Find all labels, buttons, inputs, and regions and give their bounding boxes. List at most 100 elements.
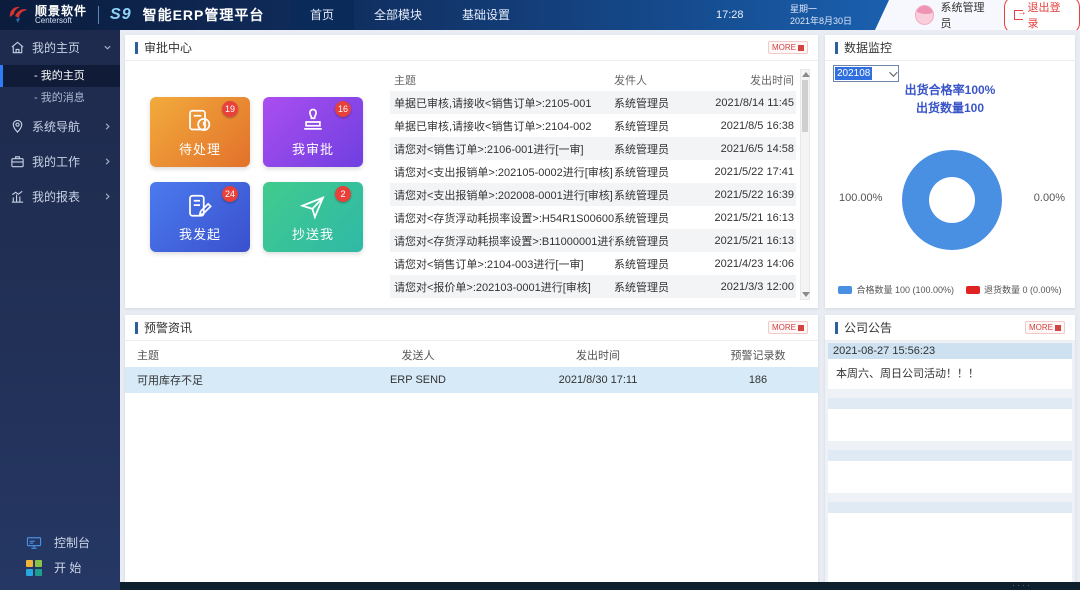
announcements-title: 公司公告 [844, 319, 892, 336]
donut-chart [902, 150, 1002, 250]
pass-rate-text: 出货合格率100% [825, 81, 1075, 99]
approval-row[interactable]: 请您对<支出报销单>:202008-0001进行[审核] 系统管理员 2021/… [390, 183, 796, 206]
cc-me-count-badge: 2 [335, 186, 351, 202]
report-chart-icon [10, 189, 25, 204]
scroll-up-icon[interactable] [802, 72, 810, 77]
sidebar-item-my-home[interactable]: 我的主页 [0, 30, 120, 65]
tab-basic-settings[interactable]: 基础设置 [442, 0, 530, 30]
alerts-more-link[interactable]: MORE [768, 321, 808, 334]
approval-row[interactable]: 请您对<支出报销单>:202105-0002进行[审核] 系统管理员 2021/… [390, 160, 796, 183]
sidebar-item-my-work[interactable]: 我的工作 [0, 144, 120, 179]
start-grid-icon [26, 560, 42, 576]
clock-time: 17:28 [716, 0, 744, 30]
tab-home[interactable]: 首页 [290, 0, 354, 30]
company-logo-icon [6, 3, 30, 27]
period-selected-value: 202108 [835, 67, 872, 80]
scrollbar-thumb[interactable] [802, 80, 808, 132]
navigation-pin-icon [10, 119, 25, 134]
start-button[interactable]: 开 始 [0, 555, 120, 580]
alerts-panel: 预警资讯 MORE 主题 发送人 发出时间 预警记录数 可用库存不足 ERP S… [125, 315, 818, 590]
weekday: 星期一 [790, 3, 852, 15]
brand-block: 顺景软件 Centersoft S9 智能ERP管理平台 [6, 0, 264, 30]
legend-item-qualified[interactable]: 合格数量 100 (100.00%) [838, 283, 954, 296]
approval-center-title: 审批中心 [144, 39, 192, 56]
title-accent-bar [135, 322, 138, 334]
tile-pending[interactable]: 19 待处理 [150, 97, 250, 167]
announcement-item[interactable] [828, 450, 1072, 493]
sidebar-item-my-home-sub[interactable]: - 我的主页 [0, 65, 120, 87]
chevron-down-icon [103, 43, 112, 52]
tile-my-initiated[interactable]: 24 我发起 [150, 182, 250, 252]
user-avatar[interactable] [915, 5, 934, 25]
announcement-item[interactable] [828, 398, 1072, 441]
approval-row[interactable]: 请您对<销售订单>:2106-001进行[一审] 系统管理员 2021/6/5 … [390, 137, 796, 160]
announcements-panel: 公司公告 MORE 2021-08-27 15:56:23 本周六、周日公司活动… [825, 315, 1075, 590]
announcement-text [828, 409, 1072, 441]
alerts-title: 预警资讯 [144, 319, 192, 336]
data-monitor-title: 数据监控 [844, 39, 892, 56]
user-name: 系统管理员 [940, 0, 993, 31]
pending-doc-clock-icon [185, 107, 215, 137]
console-monitor-icon [26, 536, 42, 550]
bottom-bar-dots: ···· [1012, 580, 1032, 590]
pending-count-badge: 19 [222, 101, 238, 117]
approval-row[interactable]: 请您对<报价单>:202103-0001进行[审核] 系统管理员 2021/3/… [390, 275, 796, 298]
scroll-down-icon[interactable] [802, 292, 810, 297]
period-select[interactable]: 202108 [833, 65, 899, 82]
date: 2021年8月30日 [790, 15, 852, 27]
title-accent-bar [135, 42, 138, 54]
announcement-item[interactable] [828, 502, 1072, 583]
sidebar-item-system-nav[interactable]: 系统导航 [0, 109, 120, 144]
announcement-text [828, 513, 1072, 583]
more-icon [1055, 325, 1061, 331]
sidebar: 我的主页 - 我的主页 - 我的消息 系统导航 我的工作 我的报表 [0, 30, 120, 590]
alert-row[interactable]: 可用库存不足 ERP SEND 2021/8/30 17:11 186 [125, 367, 818, 393]
compose-doc-icon [185, 192, 215, 222]
console-button[interactable]: 控制台 [0, 530, 120, 555]
sidebar-item-my-messages[interactable]: - 我的消息 [0, 87, 120, 109]
more-icon [798, 325, 804, 331]
chart-legend: 合格数量 100 (100.00%) 退货数量 0 (0.00%) [825, 283, 1075, 296]
tile-cc-me[interactable]: 2 抄送我 [263, 182, 363, 252]
approval-table: 主题 发件人 发出时间 单据已审核,请接收<销售订单>:2105-001 系统管… [390, 69, 796, 300]
announcement-date [828, 502, 1072, 513]
announcements-more-link[interactable]: MORE [1025, 321, 1065, 334]
approval-row[interactable]: 请您对<存货浮动耗损率设置>:H54R1S006002进行[审核] 系统管理员 … [390, 206, 796, 229]
announcement-date: 2021-08-27 15:56:23 [828, 343, 1072, 359]
donut-left-label: 100.00% [839, 192, 882, 204]
briefcase-icon [10, 154, 25, 169]
top-navigation: 首页 全部模块 基础设置 [290, 0, 530, 30]
approval-row[interactable]: 单据已审核,请接收<销售订单>:2104-002 系统管理员 2021/8/5 … [390, 114, 796, 137]
stamp-icon [298, 107, 328, 137]
user-area: 系统管理员 退出登录 [875, 0, 1080, 30]
chevron-right-icon [103, 122, 112, 131]
alerts-table: 主题 发送人 发出时间 预警记录数 可用库存不足 ERP SEND 2021/8… [125, 343, 818, 393]
title-accent-bar [835, 322, 838, 334]
top-bar: 顺景软件 Centersoft S9 智能ERP管理平台 首页 全部模块 基础设… [0, 0, 1080, 30]
my-initiated-count-badge: 24 [222, 186, 238, 202]
paper-plane-icon [298, 192, 328, 222]
bottom-bar: ···· [120, 582, 1080, 590]
legend-item-returned[interactable]: 退货数量 0 (0.00%) [966, 283, 1062, 296]
more-icon [798, 45, 804, 51]
approval-row[interactable]: 请您对<销售订单>:2104-003进行[一审] 系统管理员 2021/4/23… [390, 252, 796, 275]
product-logo: S9 [110, 6, 132, 24]
tab-all-modules[interactable]: 全部模块 [354, 0, 442, 30]
chevron-right-icon [103, 192, 112, 201]
announcement-item[interactable]: 2021-08-27 15:56:23 本周六、周日公司活动！！！ [828, 343, 1072, 389]
approval-row[interactable]: 单据已审核,请接收<销售订单>:2105-001 系统管理员 2021/8/14… [390, 91, 796, 114]
logout-button[interactable]: 退出登录 [1004, 0, 1080, 34]
company-name-en: Centersoft [35, 17, 87, 25]
announcement-date [828, 398, 1072, 409]
announcement-date [828, 450, 1072, 461]
approval-more-link[interactable]: MORE [768, 41, 808, 54]
approval-center-panel: 审批中心 MORE 19 待处理 16 我审批 [125, 35, 818, 308]
alerts-table-header: 主题 发送人 发出时间 预警记录数 [125, 343, 818, 367]
approval-table-scrollbar[interactable] [800, 69, 810, 300]
home-icon [10, 40, 25, 55]
data-monitor-panel: 数据监控 202108 出货合格率100% 出货数量100 100.00% 0.… [825, 35, 1075, 308]
legend-swatch [966, 286, 980, 294]
sidebar-item-my-reports[interactable]: 我的报表 [0, 179, 120, 214]
approval-row[interactable]: 请您对<存货浮动耗损率设置>:B11000001进行[审核] 系统管理员 202… [390, 229, 796, 252]
tile-my-approvals[interactable]: 16 我审批 [263, 97, 363, 167]
